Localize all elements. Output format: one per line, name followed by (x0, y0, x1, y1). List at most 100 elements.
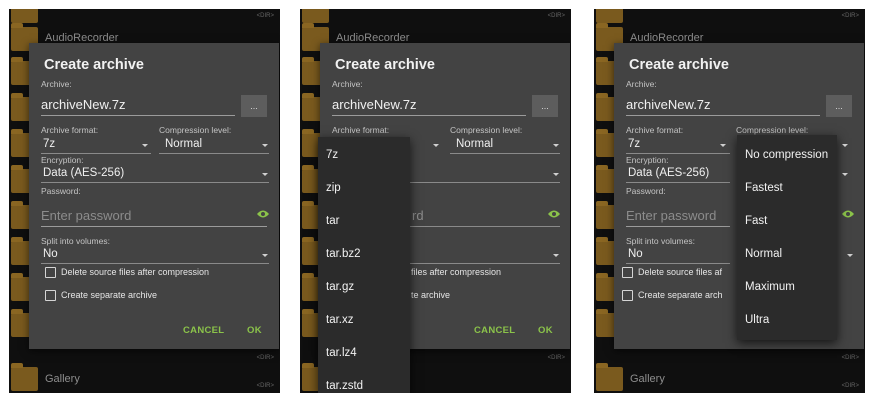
chevron-down-icon[interactable] (720, 144, 726, 147)
divider (626, 153, 730, 154)
dialog-title: Create archive (629, 57, 729, 73)
divider (410, 182, 560, 183)
screenshot-panel-3: AudioRecorder <DIR> Gallery <DIR> <DIR> … (594, 9, 865, 393)
level-label: Compression level: (736, 125, 809, 135)
chevron-down-icon[interactable] (262, 173, 268, 176)
chevron-down-icon[interactable] (142, 144, 148, 147)
delete-source-label[interactable]: files after compression (411, 267, 501, 277)
format-select[interactable]: 7z (43, 138, 55, 150)
divider (626, 263, 730, 264)
eye-icon[interactable] (547, 209, 561, 219)
menu-item-tar-bz2[interactable]: tar.bz2 (326, 248, 361, 260)
separate-archive-label[interactable]: te archive (411, 290, 450, 300)
level-select[interactable]: Normal (456, 138, 493, 150)
eye-icon[interactable] (256, 209, 270, 219)
menu-item-zip[interactable]: zip (326, 182, 341, 194)
menu-item-tar-zstd[interactable]: tar.zstd (326, 380, 363, 392)
menu-item-tar-xz[interactable]: tar.xz (326, 314, 353, 326)
menu-item-tar-lz4[interactable]: tar.lz4 (326, 347, 357, 359)
folder-label[interactable]: Gallery (45, 373, 80, 385)
chevron-down-icon[interactable] (262, 254, 268, 257)
separate-archive-label[interactable]: Create separate arch (638, 290, 723, 300)
chevron-down-icon[interactable] (553, 173, 559, 176)
divider (41, 182, 269, 183)
password-label: Password: (626, 186, 666, 196)
dir-tag: <DIR> (256, 355, 274, 361)
chevron-down-icon[interactable] (553, 254, 559, 257)
dir-tag: <DIR> (547, 13, 565, 19)
separate-archive-checkbox[interactable] (45, 290, 56, 301)
separate-archive-checkbox[interactable] (622, 290, 633, 301)
level-label: Compression level: (450, 125, 523, 135)
browse-button[interactable]: ... (241, 95, 267, 117)
archive-label: Archive: (332, 79, 363, 89)
menu-item-fastest[interactable]: Fastest (745, 182, 783, 194)
encryption-select[interactable]: Data (AES-256) (43, 167, 124, 179)
split-select[interactable]: No (43, 248, 58, 260)
separate-archive-label[interactable]: Create separate archive (61, 290, 157, 300)
dialog-title: Create archive (44, 57, 144, 73)
chevron-down-icon[interactable] (842, 144, 848, 147)
encryption-label: Encryption: (41, 155, 84, 165)
dir-tag: <DIR> (547, 355, 565, 361)
format-dropdown-menu: 7z zip tar tar.bz2 tar.gz tar.xz tar.lz4… (318, 137, 410, 393)
screenshot-panel-1: AudioRecorder <DIR> Gallery <DIR> <DIR> … (9, 9, 280, 393)
archive-name-input[interactable]: archiveNew.7z (626, 95, 820, 116)
cancel-button[interactable]: CANCEL (474, 325, 515, 336)
menu-item-ultra[interactable]: Ultra (745, 314, 769, 326)
browse-button[interactable]: ... (826, 95, 852, 117)
dir-tag: <DIR> (256, 13, 274, 19)
divider (410, 263, 560, 264)
level-select[interactable]: Normal (165, 138, 202, 150)
split-select[interactable]: No (628, 248, 643, 260)
format-label: Archive format: (41, 125, 99, 135)
password-input[interactable]: Enter password (41, 206, 267, 227)
delete-source-checkbox[interactable] (622, 267, 633, 278)
chevron-down-icon[interactable] (842, 173, 848, 176)
dir-tag: <DIR> (841, 13, 859, 19)
password-label: Password: (41, 186, 81, 196)
browse-button[interactable]: ... (532, 95, 558, 117)
archive-name-input[interactable]: archiveNew.7z (332, 95, 526, 116)
eye-icon[interactable] (841, 209, 855, 219)
menu-item-maximum[interactable]: Maximum (745, 281, 795, 293)
delete-source-label[interactable]: Delete source files after compression (61, 267, 209, 277)
format-label: Archive format: (626, 125, 684, 135)
ok-button[interactable]: OK (538, 325, 553, 336)
menu-item-tar[interactable]: tar (326, 215, 339, 227)
chevron-down-icon[interactable] (433, 144, 439, 147)
folder-icon (11, 363, 38, 391)
cancel-button[interactable]: CANCEL (183, 325, 224, 336)
chevron-down-icon[interactable] (262, 144, 268, 147)
menu-item-normal[interactable]: Normal (745, 248, 782, 260)
delete-source-label[interactable]: Delete source files af (638, 267, 722, 277)
chevron-down-icon[interactable] (553, 144, 559, 147)
menu-item-tar-gz[interactable]: tar.gz (326, 281, 354, 293)
split-label: Split into volumes: (41, 236, 110, 246)
compression-level-dropdown-menu: No compression Fastest Fast Normal Maxim… (737, 135, 837, 340)
format-select[interactable]: 7z (628, 138, 640, 150)
archive-label: Archive: (626, 79, 657, 89)
archive-label: Archive: (41, 79, 72, 89)
folder-label[interactable]: Gallery (630, 373, 665, 385)
folder-icon (302, 9, 329, 23)
menu-item-fast[interactable]: Fast (745, 215, 767, 227)
create-archive-dialog: Create archive Archive: archiveNew.7z ..… (29, 43, 279, 349)
dir-tag: <DIR> (256, 383, 274, 389)
divider (159, 153, 269, 154)
dir-tag: <DIR> (841, 355, 859, 361)
menu-item-no-compression[interactable]: No compression (745, 149, 828, 161)
password-input[interactable]: Enter password (626, 206, 730, 227)
delete-source-checkbox[interactable] (45, 267, 56, 278)
chevron-down-icon[interactable] (847, 254, 853, 257)
dialog-title: Create archive (335, 57, 435, 73)
password-input[interactable]: rd (412, 208, 424, 223)
ok-button[interactable]: OK (247, 325, 262, 336)
divider (626, 182, 730, 183)
divider (41, 153, 151, 154)
menu-item-7z[interactable]: 7z (326, 149, 338, 161)
divider (450, 153, 560, 154)
encryption-select[interactable]: Data (AES-256) (628, 167, 709, 179)
archive-name-input[interactable]: archiveNew.7z (41, 95, 235, 116)
split-label: Split into volumes: (626, 236, 695, 246)
